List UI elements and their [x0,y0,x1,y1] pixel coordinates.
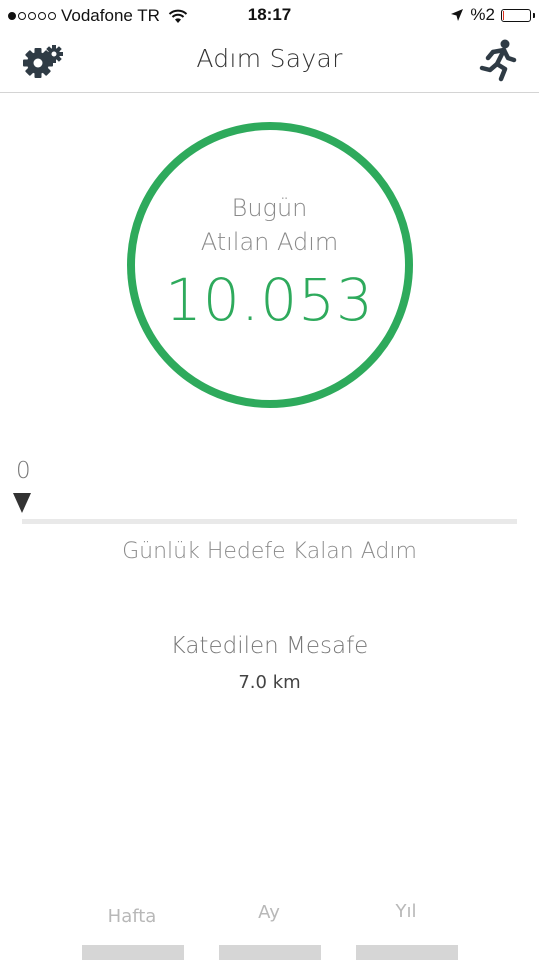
distance-value: 7.0 km [238,672,301,693]
navigation-bar: Adım Sayar [0,32,539,93]
status-right: %2 [450,5,535,25]
battery-icon [501,8,535,22]
goal-marker-icon [13,493,31,513]
remaining-steps-value: 0 [16,458,31,484]
status-bar: Vodafone TR 18:17 %2 [0,0,539,32]
distance-label: Katedilen Mesafe [170,633,369,659]
daily-progress-ring [127,122,413,408]
tab-year[interactable]: Yıl [355,901,457,922]
steps-taken-label: Atılan Adım [200,228,339,256]
battery-percent: %2 [470,5,495,24]
today-label: Bugün [231,194,308,222]
location-arrow-icon [451,9,464,21]
running-person-icon[interactable] [477,38,519,82]
goal-remaining-label: Günlük Hedefe Kalan Adım [122,539,417,564]
tab-month[interactable]: Ay [218,902,320,923]
goal-progress-track [22,519,517,524]
page-title: Adım Sayar [196,44,343,73]
year-bar[interactable] [356,945,458,960]
step-count: 10.053 [165,266,374,334]
battery-level [503,10,504,20]
tab-week[interactable]: Hafta [81,906,183,927]
month-bar[interactable] [219,945,321,960]
week-bar[interactable] [82,945,184,960]
